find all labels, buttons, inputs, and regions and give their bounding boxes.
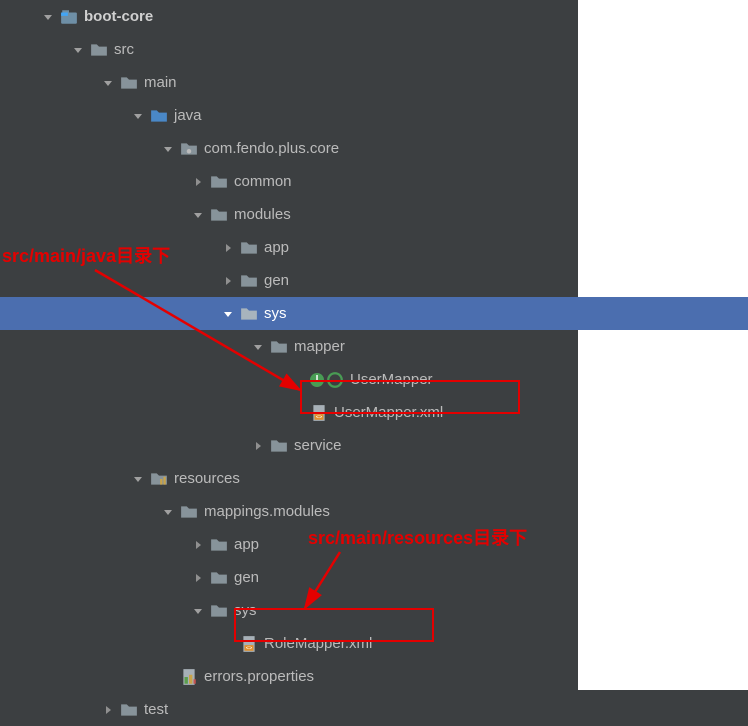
chevron-right-icon[interactable] bbox=[190, 537, 206, 553]
tree-node-test[interactable]: test bbox=[0, 693, 748, 726]
chevron-down-icon[interactable] bbox=[250, 339, 266, 355]
tree-node-resources[interactable]: resources bbox=[0, 462, 748, 495]
package-icon bbox=[270, 437, 288, 455]
chevron-right-icon[interactable] bbox=[220, 273, 236, 289]
tree-node-modules[interactable]: modules bbox=[0, 198, 748, 231]
tree-label: gen bbox=[264, 273, 289, 288]
tree-node-common[interactable]: common bbox=[0, 165, 748, 198]
tree-label: com.fendo.plus.core bbox=[204, 141, 339, 156]
folder-icon bbox=[180, 503, 198, 521]
folder-icon bbox=[210, 602, 228, 620]
tree-node-errors-properties[interactable]: errors.properties bbox=[0, 660, 748, 693]
folder-icon bbox=[120, 701, 138, 719]
svg-text:<>: <> bbox=[246, 645, 253, 651]
tree-label: src bbox=[114, 42, 134, 57]
package-icon bbox=[210, 206, 228, 224]
tree-node-sys[interactable]: sys bbox=[0, 297, 748, 330]
package-icon bbox=[180, 140, 198, 158]
tree-node-boot-core[interactable]: boot-core bbox=[0, 0, 748, 33]
chevron-down-icon[interactable] bbox=[130, 471, 146, 487]
highlight-box-usermapper bbox=[300, 380, 520, 414]
spacer bbox=[160, 669, 176, 685]
folder-icon bbox=[120, 74, 138, 92]
tree-node-resources-gen[interactable]: gen bbox=[0, 561, 748, 594]
tree-label: gen bbox=[234, 570, 259, 585]
tree-label: resources bbox=[174, 471, 240, 486]
tree-label: app bbox=[234, 537, 259, 552]
tree-label: main bbox=[144, 75, 177, 90]
tree-node-mapper[interactable]: mapper bbox=[0, 330, 748, 363]
chevron-down-icon[interactable] bbox=[40, 9, 56, 25]
chevron-down-icon[interactable] bbox=[190, 603, 206, 619]
resources-folder-icon bbox=[150, 470, 168, 488]
tree-node-gen[interactable]: gen bbox=[0, 264, 748, 297]
tree-label: service bbox=[294, 438, 342, 453]
tree-node-java[interactable]: java bbox=[0, 99, 748, 132]
source-folder-icon bbox=[150, 107, 168, 125]
package-icon bbox=[240, 305, 258, 323]
highlight-box-rolemapper bbox=[234, 608, 434, 642]
module-icon bbox=[60, 8, 78, 26]
annotation-resources-dir: src/main/resources目录下 bbox=[308, 524, 527, 550]
tree-label: test bbox=[144, 702, 168, 717]
chevron-right-icon[interactable] bbox=[250, 438, 266, 454]
tree-node-package[interactable]: com.fendo.plus.core bbox=[0, 132, 748, 165]
tree-node-main[interactable]: main bbox=[0, 66, 748, 99]
tree-label: boot-core bbox=[84, 9, 153, 24]
annotation-java-dir: src/main/java目录下 bbox=[2, 242, 170, 268]
chevron-down-icon[interactable] bbox=[130, 108, 146, 124]
tree-label: mappings.modules bbox=[204, 504, 330, 519]
tree-label: app bbox=[264, 240, 289, 255]
chevron-down-icon[interactable] bbox=[220, 306, 236, 322]
tree-node-service[interactable]: service bbox=[0, 429, 748, 462]
chevron-right-icon[interactable] bbox=[190, 570, 206, 586]
tree-label: java bbox=[174, 108, 202, 123]
chevron-down-icon[interactable] bbox=[190, 207, 206, 223]
chevron-down-icon[interactable] bbox=[100, 75, 116, 91]
chevron-down-icon[interactable] bbox=[160, 141, 176, 157]
folder-icon bbox=[210, 536, 228, 554]
package-icon bbox=[270, 338, 288, 356]
package-icon bbox=[240, 272, 258, 290]
chevron-down-icon[interactable] bbox=[160, 504, 176, 520]
tree-node-src[interactable]: src bbox=[0, 33, 748, 66]
tree-label: common bbox=[234, 174, 292, 189]
tree-label: modules bbox=[234, 207, 291, 222]
chevron-down-icon[interactable] bbox=[70, 42, 86, 58]
package-icon bbox=[210, 173, 228, 191]
folder-icon bbox=[210, 569, 228, 587]
properties-file-icon bbox=[180, 668, 198, 686]
tree-label: mapper bbox=[294, 339, 345, 354]
svg-text:<>: <> bbox=[316, 414, 323, 420]
folder-icon bbox=[90, 41, 108, 59]
chevron-right-icon[interactable] bbox=[190, 174, 206, 190]
tree-label: errors.properties bbox=[204, 669, 314, 684]
package-icon bbox=[240, 239, 258, 257]
tree-label: sys bbox=[264, 306, 287, 321]
chevron-right-icon[interactable] bbox=[220, 240, 236, 256]
chevron-right-icon[interactable] bbox=[100, 702, 116, 718]
